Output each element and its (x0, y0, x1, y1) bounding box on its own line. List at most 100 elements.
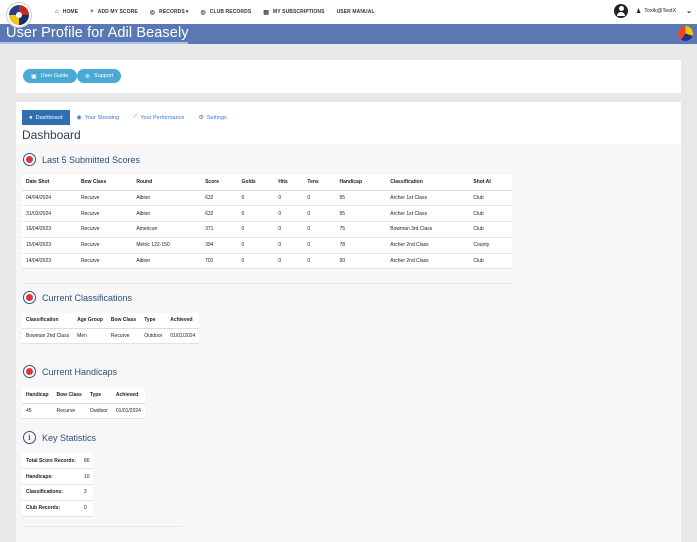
badge-icon (23, 291, 36, 304)
stat-label: Classifications: (22, 484, 80, 501)
nav-home-label: HOME (62, 9, 79, 15)
chevron-down-icon[interactable]: ⌄ (686, 7, 692, 15)
cell: Recurve (76, 253, 133, 270)
col-type: Type (85, 388, 112, 404)
classifications-section-header: Current Classifications (23, 291, 132, 304)
cell: Albion (132, 190, 202, 207)
classifications-table: Classification Age Group Bow Class Type … (22, 313, 200, 345)
nav-club-records[interactable]: ◎ CLUB RECORDS (200, 9, 251, 16)
col-type: Type (140, 313, 167, 329)
cell: Recurve (76, 237, 133, 254)
user-guide-button[interactable]: ▣ User Guide (23, 69, 77, 83)
cell: American (132, 221, 202, 238)
nav-my-subscriptions[interactable]: ▤ MY SUBSCRIPTIONS (263, 9, 324, 16)
cell: Albion (132, 253, 202, 270)
nav-records[interactable]: ◎ RECORDS ▾ (150, 9, 189, 16)
nav-user-manual-label: USER MANUAL (336, 9, 375, 15)
dashboard-panel: ● Dashboard ◉ Your Shooting ⟋ Your Perfo… (16, 102, 681, 542)
handicaps-table: Handicap Bow Class Type Achieved 45 Recu… (22, 388, 145, 420)
nav-add-my-score-label: ADD MY SCORE (97, 9, 138, 15)
user-menu[interactable]: ♟ Toxik@TestX ⌄ (613, 4, 692, 18)
cell: 701 (201, 253, 238, 270)
col-bow-class: Bow Class (52, 388, 86, 404)
stats-table: Total Score Records: 86 Handicaps: 10 Cl… (22, 453, 94, 517)
table-header-row: Date Shot Bow Class Round Score Golds Hi… (22, 175, 512, 191)
cell: 0 (274, 253, 304, 270)
plus-icon: + (90, 9, 94, 15)
user-name[interactable]: ♟ Toxik@TestX (636, 8, 676, 15)
cell: Archer 2nd Class (386, 253, 470, 270)
table-row: Total Score Records: 86 (22, 453, 94, 470)
medal-icon (23, 153, 36, 166)
cell: 75 (335, 221, 387, 238)
col-shot-at: Shot At (469, 175, 512, 191)
cell: Recurve (52, 403, 86, 420)
col-classification: Classification (22, 313, 74, 329)
cell: 45 (22, 403, 53, 420)
col-hits: Hits (274, 175, 304, 191)
nav-add-my-score[interactable]: + ADD MY SCORE (90, 9, 138, 15)
profile-banner: User Profile for Adil Beasely (0, 24, 697, 44)
nav-records-label: RECORDS (159, 9, 185, 15)
tab-dashboard[interactable]: ● Dashboard (22, 110, 70, 125)
cell: Club (469, 205, 512, 223)
cell: Bowman 3rd Class (386, 221, 470, 238)
cell: 371 (201, 221, 238, 238)
scores-table: Date Shot Bow Class Round Score Golds Hi… (22, 175, 512, 270)
cell: Recurve (76, 190, 133, 207)
cell: 632 (201, 190, 238, 207)
cell: 0 (274, 205, 304, 223)
col-round: Round (132, 175, 202, 191)
cell: Recurve (106, 328, 141, 345)
stats-section-header: i Key Statistics (23, 431, 96, 444)
col-date-shot: Date Shot (22, 175, 77, 191)
cell: 0 (237, 253, 275, 270)
table-row: Bowman 2nd Class Men Recurve Outdoor 01/… (22, 328, 200, 345)
nav-home[interactable]: ⌂ HOME (55, 9, 78, 15)
scores-section-header: Last 5 Submitted Scores (23, 153, 140, 166)
col-age-group: Age Group (73, 313, 107, 329)
cell: 394 (201, 237, 238, 254)
nav-my-subscriptions-label: MY SUBSCRIPTIONS (273, 9, 325, 15)
cell: 0 (303, 221, 336, 238)
cell: 0 (303, 253, 336, 270)
cell: 50 (335, 253, 387, 270)
section-divider (22, 526, 182, 527)
col-handicap: Handicap (22, 388, 53, 404)
user-name-label: Toxik@TestX (644, 8, 677, 14)
tab-your-performance[interactable]: ⟋ Your Performance (126, 110, 191, 125)
target-icon: ◎ (149, 9, 156, 16)
tab-your-performance-label: Your Performance (140, 114, 185, 121)
col-golds: Golds (237, 175, 275, 191)
gear-icon: ⚙ (198, 115, 204, 121)
table-header-row: Handicap Bow Class Type Achieved (22, 388, 145, 404)
cell: 0 (274, 237, 304, 254)
col-achieved: Achieved (111, 388, 145, 404)
tab-settings[interactable]: ⚙ Settings (192, 110, 234, 125)
banner-underline (0, 42, 188, 44)
cell: Albion (132, 205, 202, 223)
nav-user-manual[interactable]: USER MANUAL (337, 9, 375, 15)
cell: 0 (303, 190, 336, 207)
cell: 0 (303, 205, 336, 223)
page-title: Dashboard (22, 128, 81, 142)
avatar[interactable] (613, 4, 628, 18)
site-logo[interactable] (7, 3, 31, 27)
lifebuoy-icon: ⊛ (85, 73, 91, 80)
target-icon: ◎ (200, 9, 206, 16)
cell: 04/04/2024 (22, 190, 77, 207)
table-row: 31/03/2024 Recurve Albion 632 0 0 0 55 A… (22, 205, 512, 223)
dashboard-icon: ● (29, 114, 33, 121)
classifications-section-title: Current Classifications (42, 292, 133, 303)
col-handicap: Handicap (335, 175, 387, 191)
table-header-row: Classification Age Group Bow Class Type … (22, 313, 200, 329)
tab-your-shooting[interactable]: ◉ Your Shooting (70, 110, 127, 125)
col-achieved: Achieved (166, 313, 200, 329)
support-label: Support (94, 73, 114, 79)
support-button[interactable]: ⊛ Support (77, 69, 122, 83)
table-row: 45 Recurve Outdoor 01/01/2024 (22, 403, 145, 420)
table-row: Classifications: 3 (22, 484, 94, 501)
cell: Outdoor (140, 328, 167, 345)
cell: Recurve (76, 221, 133, 238)
cell: 0 (237, 205, 275, 223)
